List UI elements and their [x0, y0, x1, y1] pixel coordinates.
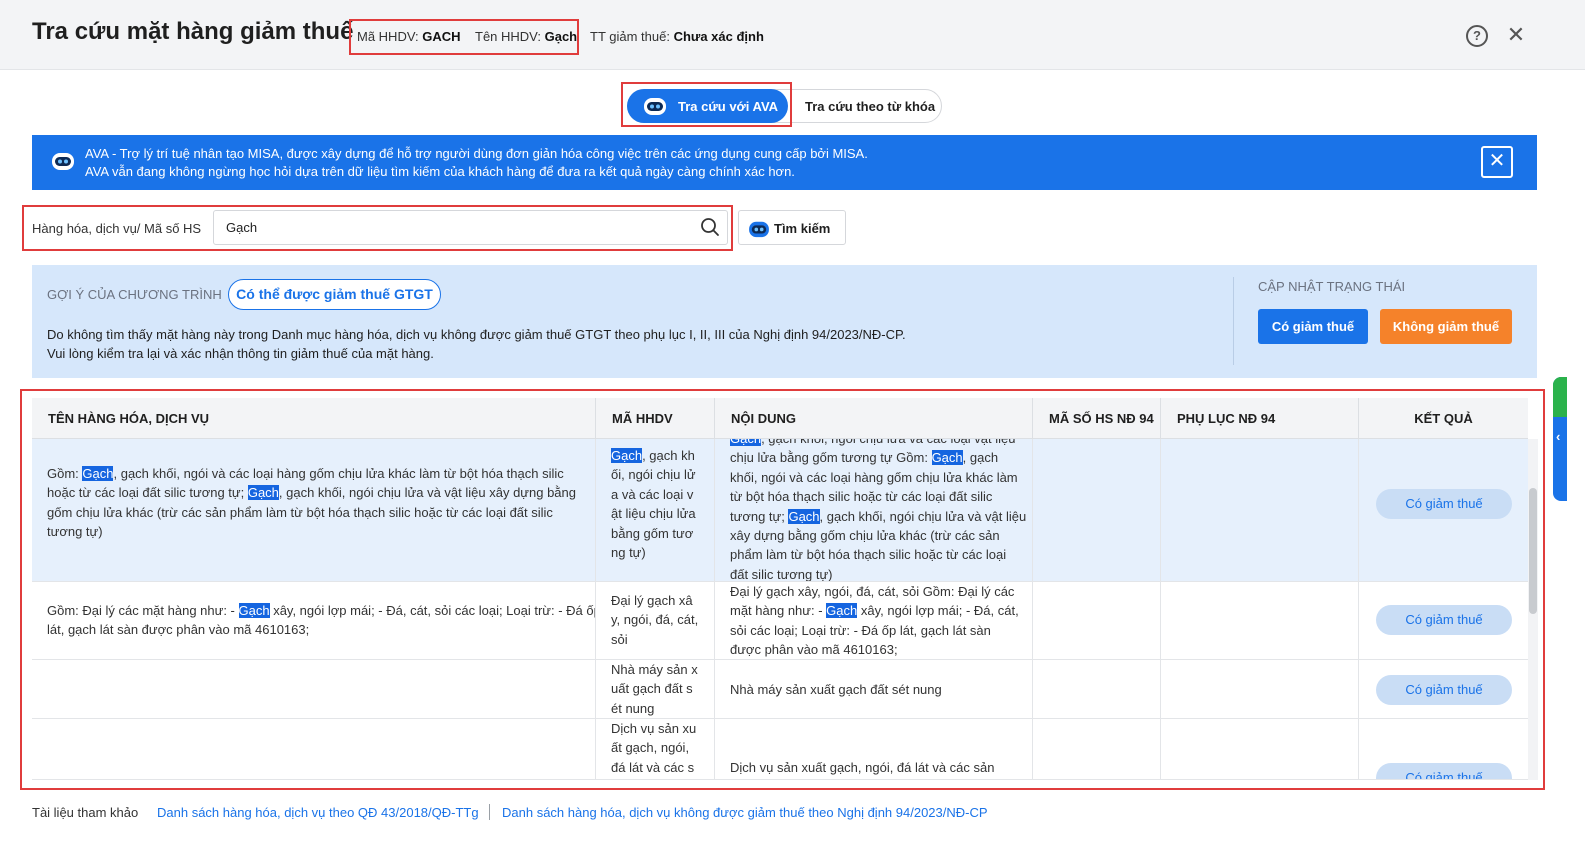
table-scrollbar-thumb[interactable]: [1529, 488, 1537, 614]
update-status-caption: CẬP NHẬT TRẠNG THÁI: [1258, 279, 1406, 294]
suggestion-description-1: Do không tìm thấy mặt hàng này trong Dan…: [47, 327, 906, 342]
banner-line-1: AVA - Trợ lý trí tuệ nhân tạo MISA, được…: [85, 146, 868, 161]
tax-reduced-button[interactable]: Có giảm thuế: [1258, 309, 1368, 344]
ava-bot-icon: [52, 153, 74, 170]
references-label: Tài liệu tham khảo: [32, 805, 139, 820]
close-icon[interactable]: ✕: [1504, 23, 1528, 47]
item-name-label: Tên HHDV:: [475, 29, 541, 44]
results-table-highlight: [20, 389, 1545, 790]
not-tax-reduced-button[interactable]: Không giảm thuế: [1380, 309, 1512, 344]
help-icon[interactable]: ?: [1466, 25, 1488, 47]
item-code-value: GACH: [422, 29, 461, 44]
search-label: Hàng hóa, dịch vụ/ Mã số HS: [32, 221, 202, 236]
search-button[interactable]: Tìm kiếm: [738, 210, 846, 245]
search-input[interactable]: [213, 210, 728, 245]
tax-status-label: TT giảm thuế:: [590, 29, 670, 44]
dialog-header: Tra cứu mặt hàng giảm thuế Mã HHDV: GACH…: [0, 0, 1585, 70]
side-panel-toggle[interactable]: ‹: [1553, 377, 1567, 501]
chevron-left-icon: ‹: [1556, 429, 1561, 444]
suggestion-panel: GỢI Ý CỦA CHƯƠNG TRÌNH Có thể được giảm …: [32, 265, 1537, 378]
item-code-label: Mã HHDV:: [357, 29, 419, 44]
suggestion-caption: GỢI Ý CỦA CHƯƠNG TRÌNH: [47, 287, 222, 302]
ava-tab-highlight: [621, 82, 792, 127]
footer-divider: [489, 804, 490, 820]
suggestion-divider: [1233, 277, 1234, 365]
item-name-value: Gạch: [544, 29, 578, 44]
tab-search-by-keyword[interactable]: Tra cứu theo từ khóa: [805, 99, 935, 114]
suggestion-description-2: Vui lòng kiểm tra lại và xác nhận thông …: [47, 346, 434, 361]
ava-bot-icon: [749, 221, 769, 238]
item-name: Tên HHDV: Gạch: [475, 29, 577, 44]
ava-info-banner: AVA - Trợ lý trí tuệ nhân tạo MISA, được…: [32, 135, 1537, 190]
banner-close-icon[interactable]: ✕: [1481, 146, 1513, 178]
tax-status-value: Chưa xác định: [673, 29, 764, 44]
search-icon[interactable]: [700, 217, 720, 237]
item-code: Mã HHDV: GACH: [357, 29, 461, 44]
dialog-title: Tra cứu mặt hàng giảm thuế: [32, 18, 354, 45]
side-panel-accent: [1553, 377, 1567, 417]
reference-link-nd94[interactable]: Danh sách hàng hóa, dịch vụ không được g…: [502, 805, 988, 820]
suggestion-badge: Có thể được giảm thuế GTGT: [228, 279, 441, 310]
banner-line-2: AVA vẫn đang không ngừng học hỏi dựa trê…: [85, 164, 795, 179]
tax-status: TT giảm thuế: Chưa xác định: [590, 29, 764, 44]
reference-link-qd43[interactable]: Danh sách hàng hóa, dịch vụ theo QĐ 43/2…: [157, 805, 479, 820]
search-button-label: Tìm kiếm: [774, 221, 831, 236]
